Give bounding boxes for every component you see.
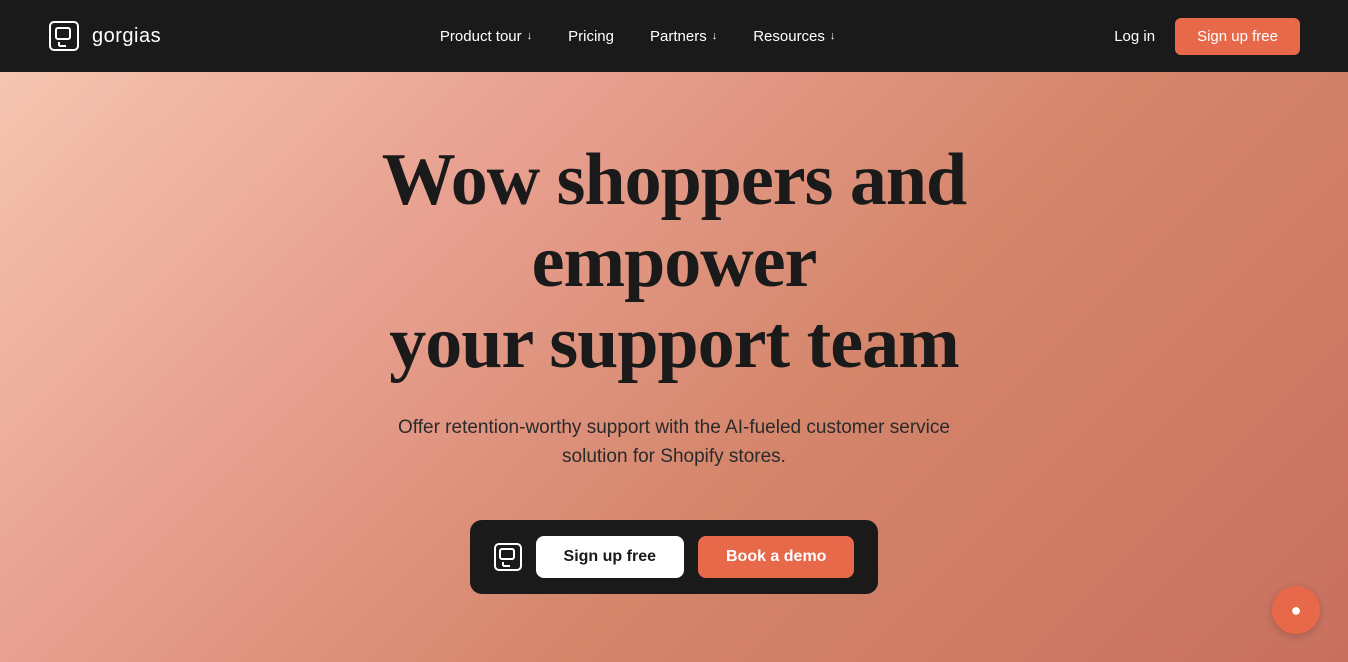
navbar-logo-area: gorgias [48,20,161,52]
nav-resources-label: Resources [753,28,825,45]
chevron-down-icon: ↓ [527,30,533,42]
nav-product-tour-label: Product tour [440,28,522,45]
hero-subtitle: Offer retention-worthy support with the … [394,413,954,472]
brand-name: gorgias [92,25,161,48]
chat-bubble-button[interactable]: ● [1272,586,1320,634]
nav-partners[interactable]: Partners ↓ [650,28,717,45]
cta-gorgias-icon [494,543,522,571]
hero-title: Wow shoppers and empower your support te… [264,140,1084,384]
gorgias-logo-icon [48,20,80,52]
cta-container: Sign up free Book a demo [470,520,879,594]
login-button[interactable]: Log in [1114,28,1155,45]
chat-icon: ● [1291,600,1302,621]
chevron-down-icon: ↓ [712,30,718,42]
hero-title-line2: your support team [389,302,959,384]
hero-section: Wow shoppers and empower your support te… [0,72,1348,662]
nav-resources[interactable]: Resources ↓ [753,28,835,45]
chevron-down-icon: ↓ [830,30,836,42]
hero-demo-button[interactable]: Book a demo [698,536,854,578]
nav-partners-label: Partners [650,28,707,45]
navbar-actions: Log in Sign up free [1114,18,1300,55]
nav-product-tour[interactable]: Product tour ↓ [440,28,532,45]
navbar-nav: Product tour ↓ Pricing Partners ↓ Resour… [440,28,835,45]
hero-title-line1: Wow shoppers and empower [382,139,966,302]
nav-pricing[interactable]: Pricing [568,28,614,45]
navbar: gorgias Product tour ↓ Pricing Partners … [0,0,1348,72]
nav-pricing-label: Pricing [568,28,614,45]
nav-signup-button[interactable]: Sign up free [1175,18,1300,55]
hero-signup-button[interactable]: Sign up free [536,536,684,578]
